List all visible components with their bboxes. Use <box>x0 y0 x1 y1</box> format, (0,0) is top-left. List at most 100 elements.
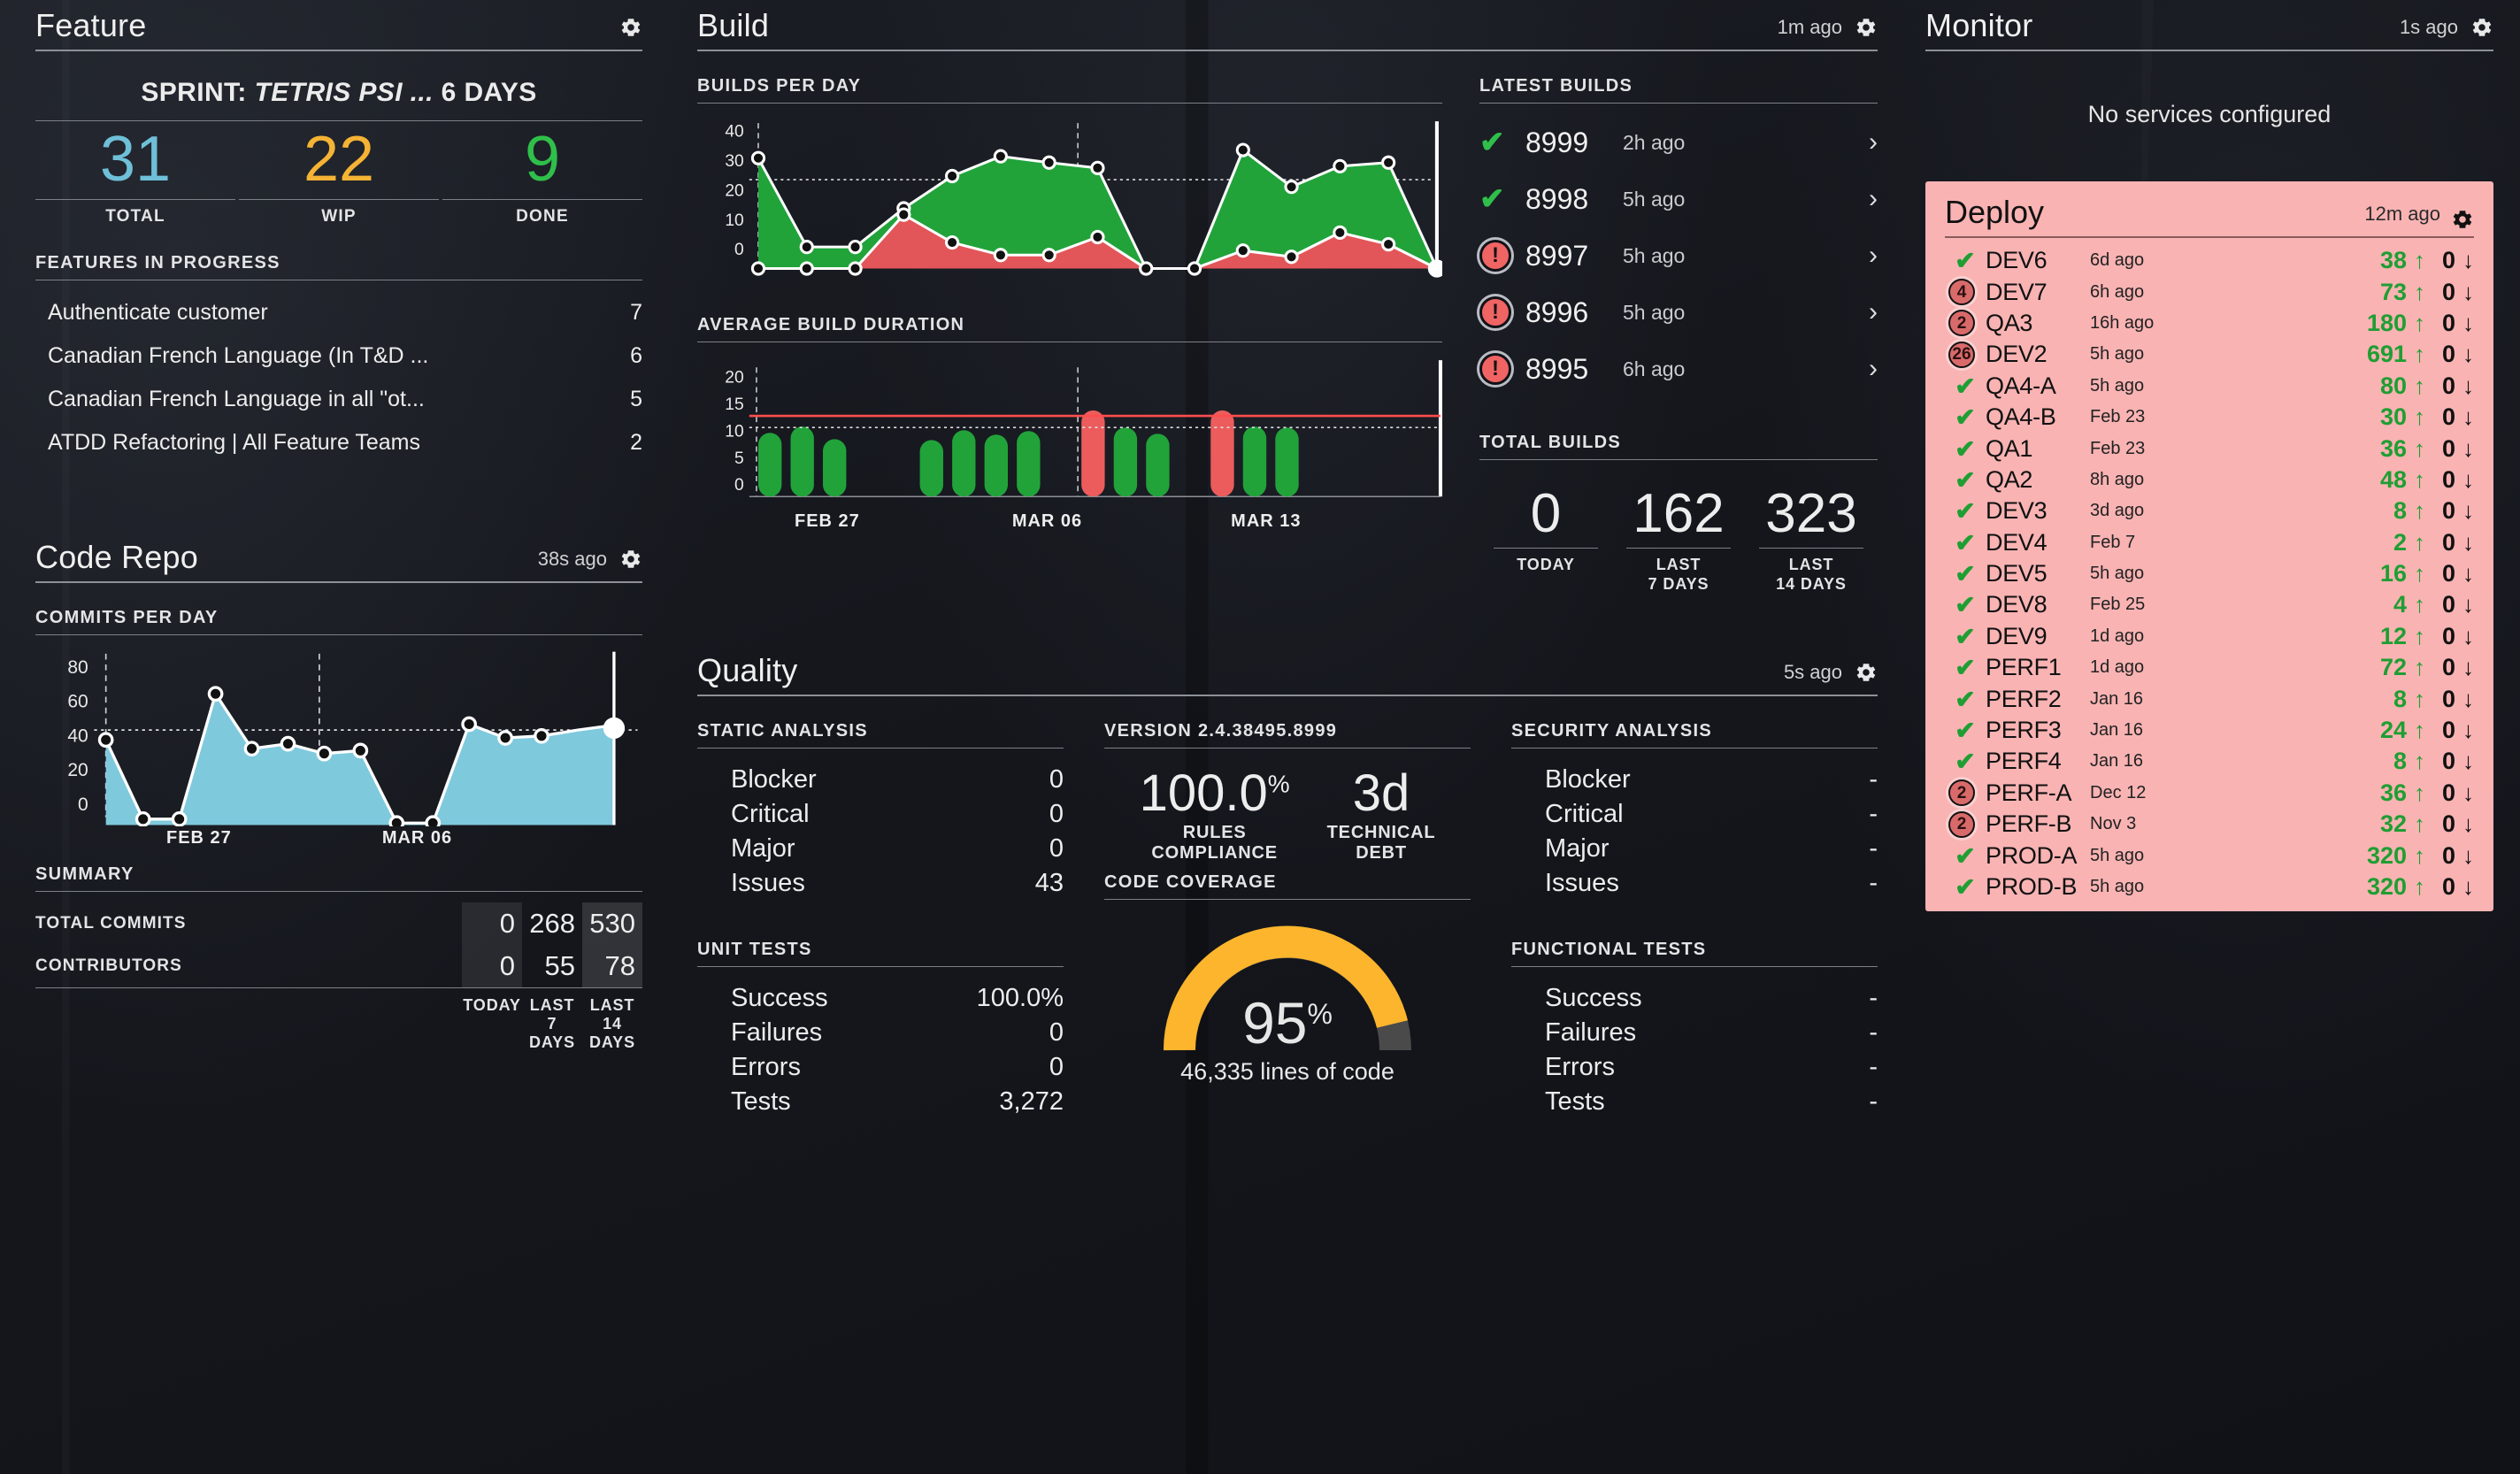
gear-icon[interactable] <box>2470 16 2493 39</box>
gear-icon[interactable] <box>1855 661 1878 684</box>
gear-icon[interactable] <box>619 16 642 39</box>
arrow-up-icon: ↑ <box>2414 310 2425 337</box>
arrow-down-icon: ↓ <box>2462 810 2474 838</box>
deploy-counts: 73↑0↓ <box>2189 279 2474 306</box>
deploy-row[interactable]: ✔QA4-BFeb 2330↑0↓ <box>1945 402 2474 433</box>
deploy-row[interactable]: ✔PERF11d ago72↑0↓ <box>1945 652 2474 683</box>
chevron-right-icon[interactable]: › <box>1848 241 1878 271</box>
deploy-row[interactable]: ✔DEV66d ago38↑0↓ <box>1945 245 2474 276</box>
deploy-up-count: 691 <box>2357 341 2407 368</box>
deploy-row[interactable]: ✔PROD-A5h ago320↑0↓ <box>1945 840 2474 871</box>
quality-updated-ago: 5s ago <box>1784 661 1842 684</box>
chevron-right-icon[interactable]: › <box>1848 127 1878 157</box>
arrow-down-icon: ↓ <box>2462 310 2474 337</box>
deploy-down-count: 0 <box>2432 748 2455 775</box>
arrow-up-icon: ↑ <box>2414 842 2425 870</box>
table-row: Blocker - <box>1511 763 1878 797</box>
row-value: - <box>1869 800 1878 829</box>
arrow-up-icon: ↑ <box>2414 686 2425 713</box>
build-id: 8996 <box>1525 296 1623 329</box>
total-commits-last14: 530 <box>582 902 642 945</box>
deploy-row[interactable]: ✔PROD-B5h ago320↑0↓ <box>1945 871 2474 902</box>
deploy-row[interactable]: ✔PERF3Jan 1624↑0↓ <box>1945 715 2474 746</box>
deploy-up-count: 30 <box>2357 403 2407 431</box>
table-row[interactable]: ! 8996 5h ago › <box>1479 284 1878 341</box>
deploy-row[interactable]: ✔PERF2Jan 168↑0↓ <box>1945 683 2474 714</box>
arrow-up-icon: ↑ <box>2414 654 2425 681</box>
deploy-environment: QA4-B <box>1986 403 2090 431</box>
deploy-row[interactable]: ✔DEV8Feb 254↑0↓ <box>1945 589 2474 620</box>
table-row[interactable]: ! 8997 5h ago › <box>1479 227 1878 284</box>
total-builds-last7: 162 LAST7 DAYS <box>1612 485 1745 594</box>
version-kpis: 100.0% RULESCOMPLIANCE 3d TECHNICALDEBT <box>1104 768 1471 864</box>
chevron-right-icon[interactable]: › <box>1848 354 1878 384</box>
arrow-down-icon: ↓ <box>2462 654 2474 681</box>
deploy-row[interactable]: 2PERF-BNov 332↑0↓ <box>1945 809 2474 840</box>
deploy-row[interactable]: 4DEV76h ago73↑0↓ <box>1945 276 2474 307</box>
row-label: Issues <box>1545 869 1619 898</box>
gear-icon[interactable] <box>1855 16 1878 39</box>
table-row[interactable]: ! 8995 6h ago › <box>1479 341 1878 397</box>
list-item[interactable]: Canadian French Language in all "ot... 5 <box>35 378 642 421</box>
deploy-environment: PERF-B <box>1986 810 2090 838</box>
deploy-down-count: 0 <box>2432 403 2455 431</box>
sprint-banner: SPRINT: TETRIS PSI ... 6 DAYS <box>35 76 642 121</box>
chevron-right-icon[interactable]: › <box>1848 184 1878 214</box>
deploy-row[interactable]: ✔DEV4Feb 72↑0↓ <box>1945 527 2474 558</box>
build-id: 8998 <box>1525 183 1623 216</box>
deploy-down-count: 0 <box>2432 529 2455 557</box>
feature-done-value: 9 <box>442 127 642 194</box>
total-builds-last7-value: 162 <box>1612 485 1745 542</box>
chevron-right-icon[interactable]: › <box>1848 297 1878 327</box>
deploy-row[interactable]: 2PERF-ADec 1236↑0↓ <box>1945 778 2474 809</box>
ytick-0: 0 <box>78 794 88 814</box>
list-item[interactable]: Canadian French Language (In T&D ... 6 <box>35 334 642 378</box>
arrow-down-icon: ↓ <box>2462 247 2474 274</box>
security-analysis-rows: Blocker - Critical - Major - Issues <box>1511 763 1878 901</box>
deploy-down-count: 0 <box>2432 686 2455 713</box>
arrow-up-icon: ↑ <box>2414 623 2425 650</box>
row-value: - <box>1869 1087 1878 1117</box>
coverage-caption: 46,335 lines of code <box>1104 1058 1471 1086</box>
quality-col-version: VERSION 2.4.38495.8999 100.0% RULESCOMPL… <box>1104 721 1471 1119</box>
total-commits-today: 0 <box>462 902 522 945</box>
deploy-ago: 3d ago <box>2090 501 2189 521</box>
arrow-down-icon: ↓ <box>2462 560 2474 587</box>
success-check-icon: ✔ <box>1479 125 1525 160</box>
gear-icon[interactable] <box>2451 208 2474 231</box>
builds-per-day-chart: 40 30 20 10 0 <box>697 114 1442 285</box>
row-label: Issues <box>731 869 805 898</box>
feature-total-label: TOTAL <box>35 199 235 226</box>
list-item[interactable]: ATDD Refactoring | All Feature Teams 2 <box>35 421 642 464</box>
row-value: 3,272 <box>999 1087 1064 1117</box>
deploy-row[interactable]: ✔QA28h ago48↑0↓ <box>1945 464 2474 495</box>
deploy-down-count: 0 <box>2432 623 2455 650</box>
success-check-icon: ✔ <box>1945 622 1986 651</box>
deploy-down-count: 0 <box>2432 310 2455 337</box>
deploy-row[interactable]: ✔DEV33d ago8↑0↓ <box>1945 495 2474 526</box>
deploy-environment: DEV8 <box>1986 591 2090 618</box>
deploy-row[interactable]: ✔DEV55h ago16↑0↓ <box>1945 558 2474 589</box>
deploy-ago: Feb 23 <box>2090 407 2189 427</box>
deploy-row[interactable]: 2QA316h ago180↑0↓ <box>1945 308 2474 339</box>
table-row[interactable]: ✔ 8998 5h ago › <box>1479 171 1878 227</box>
deploy-row[interactable]: 26DEV25h ago691↑0↓ <box>1945 339 2474 370</box>
success-check-icon: ✔ <box>1945 685 1986 714</box>
quality-col-static: STATIC ANALYSIS Blocker 0 Critical 0 Maj… <box>697 721 1064 1119</box>
arrow-up-icon: ↑ <box>2414 466 2425 494</box>
arrow-down-icon: ↓ <box>2462 435 2474 463</box>
deploy-row[interactable]: ✔QA4-A5h ago80↑0↓ <box>1945 371 2474 402</box>
table-row: Issues - <box>1511 866 1878 901</box>
list-item[interactable]: Authenticate customer 7 <box>35 291 642 334</box>
table-row[interactable]: ✔ 8999 2h ago › <box>1479 114 1878 171</box>
deploy-environment: DEV6 <box>1986 247 2090 274</box>
deploy-row[interactable]: ✔QA1Feb 2336↑0↓ <box>1945 433 2474 464</box>
deploy-row[interactable]: ✔DEV91d ago12↑0↓ <box>1945 621 2474 652</box>
feature-widget: Feature SPRINT: TETRIS PSI ... 6 DAYS 31… <box>35 7 642 464</box>
technical-debt: 3d TECHNICALDEBT <box>1327 768 1436 864</box>
deploy-row[interactable]: ✔PERF4Jan 168↑0↓ <box>1945 746 2474 777</box>
sprint-prefix: SPRINT: <box>141 78 246 107</box>
row-label: Critical <box>731 800 810 829</box>
gear-icon[interactable] <box>619 548 642 571</box>
ytick-15: 15 <box>725 395 743 414</box>
